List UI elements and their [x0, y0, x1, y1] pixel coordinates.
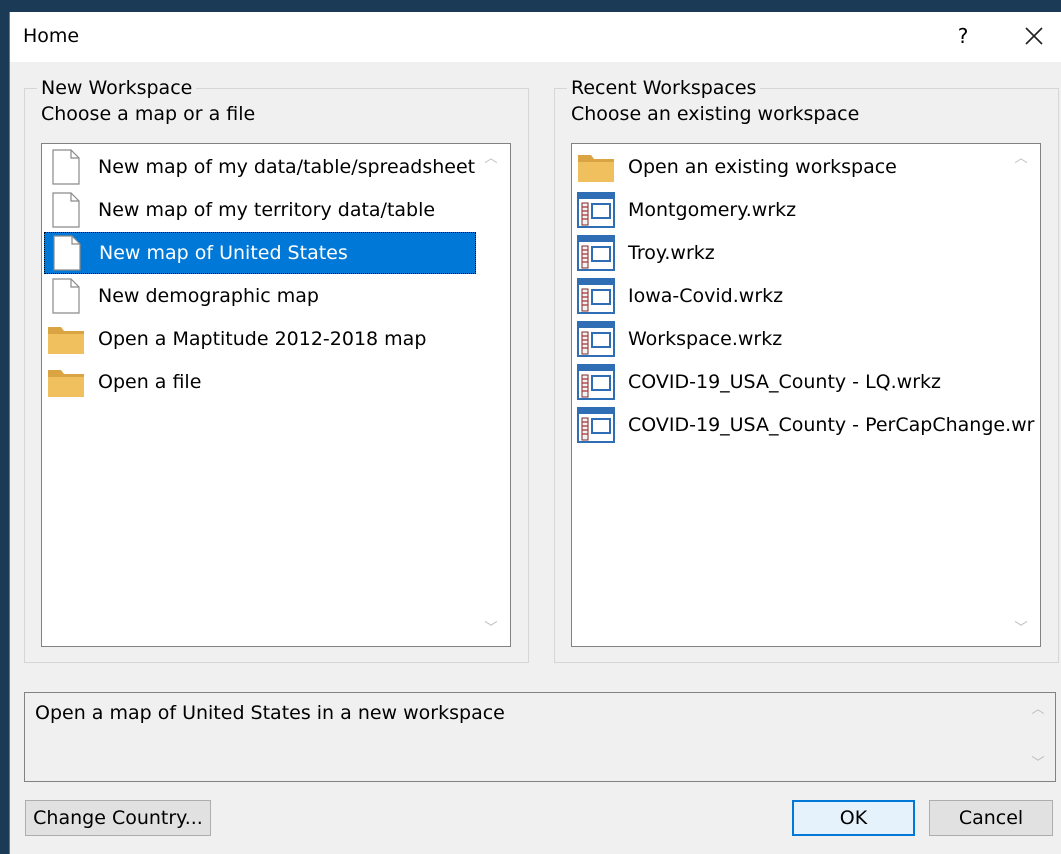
recent-workspaces-subtitle: Choose an existing workspace	[571, 103, 860, 125]
scroll-up-arrow[interactable]: ︿	[482, 150, 500, 168]
list-item[interactable]: New map of my territory data/table	[44, 189, 464, 231]
scroll-up-arrow[interactable]: ︿	[1029, 701, 1047, 719]
list-item-label: New demographic map	[98, 285, 319, 307]
list-item[interactable]: Workspace.wrkz	[574, 318, 994, 360]
scroll-down-arrow[interactable]: ﹀	[482, 620, 500, 638]
list-item[interactable]: COVID-19_USA_County - LQ.wrkz	[574, 361, 994, 403]
list-item-label: New map of United States	[99, 242, 348, 264]
list-item-label: Iowa-Covid.wrkz	[628, 285, 784, 307]
workspace-file-icon	[576, 320, 616, 358]
workspace-file-icon	[576, 363, 616, 401]
list-item[interactable]: COVID-19_USA_County - PerCapChange.wr	[574, 404, 1034, 446]
workspace-file-icon	[576, 406, 616, 444]
document-icon	[46, 277, 86, 315]
close-button[interactable]	[1019, 20, 1049, 52]
list-item[interactable]: New demographic map	[44, 275, 464, 317]
document-icon	[46, 148, 86, 186]
title-bar: Home ?	[10, 12, 1061, 62]
home-dialog: Home ? New Workspace Choose a map or a f…	[9, 12, 1061, 854]
folder-icon	[576, 148, 616, 186]
help-button[interactable]: ?	[951, 24, 975, 50]
workspace-file-icon	[576, 191, 616, 229]
document-icon	[46, 191, 86, 229]
scroll-down-arrow[interactable]: ﹀	[1029, 755, 1047, 773]
list-item[interactable]: Troy.wrkz	[574, 232, 994, 274]
list-item-label: COVID-19_USA_County - LQ.wrkz	[628, 371, 941, 393]
list-item-label: Open an existing workspace	[628, 156, 897, 178]
ok-button[interactable]: OK	[792, 800, 915, 836]
list-item-label: Open a file	[98, 371, 202, 393]
document-icon	[47, 234, 87, 272]
workspace-file-icon	[576, 277, 616, 315]
recent-workspaces-list[interactable]: ︿ ﹀ Open an existing workspace Montgomery…	[571, 143, 1041, 647]
folder-icon	[46, 363, 86, 401]
list-item[interactable]: New map of United States	[44, 232, 476, 274]
recent-workspaces-group: Recent Workspaces Choose an existing wor…	[554, 77, 1059, 663]
list-item-label: Troy.wrkz	[628, 242, 715, 264]
list-item[interactable]: Open a Maptitude 2012-2018 map	[44, 318, 464, 360]
list-item[interactable]: Montgomery.wrkz	[574, 189, 994, 231]
folder-icon	[46, 320, 86, 358]
list-item[interactable]: Iowa-Covid.wrkz	[574, 275, 994, 317]
window-title: Home	[23, 25, 80, 47]
list-item[interactable]: Open a file	[44, 361, 464, 403]
list-item[interactable]: Open an existing workspace	[574, 146, 994, 188]
description-text: Open a map of United States in a new wor…	[35, 702, 505, 724]
list-item-label: Open a Maptitude 2012-2018 map	[98, 328, 427, 350]
scroll-down-arrow[interactable]: ﹀	[1012, 620, 1030, 638]
recent-workspaces-title: Recent Workspaces	[567, 77, 761, 99]
list-item-label: COVID-19_USA_County - PerCapChange.wr	[628, 414, 1035, 436]
new-workspace-group: New Workspace Choose a map or a file ︿ ﹀…	[24, 77, 529, 663]
list-item-label: Montgomery.wrkz	[628, 199, 797, 221]
workspace-file-icon	[576, 234, 616, 272]
scroll-up-arrow[interactable]: ︿	[1012, 150, 1030, 168]
list-item-label: New map of my territory data/table	[98, 199, 436, 221]
list-item-label: Workspace.wrkz	[628, 328, 783, 350]
change-country-button[interactable]: Change Country...	[25, 800, 211, 836]
new-workspace-title: New Workspace	[37, 77, 197, 99]
list-item[interactable]: New map of my data/table/spreadsheet	[44, 146, 475, 188]
close-icon	[1025, 27, 1043, 45]
description-box: Open a map of United States in a new wor…	[24, 692, 1056, 782]
new-workspace-subtitle: Choose a map or a file	[41, 103, 256, 125]
list-item-label: New map of my data/table/spreadsheet	[98, 156, 476, 178]
cancel-button[interactable]: Cancel	[929, 800, 1053, 836]
new-workspace-list[interactable]: ︿ ﹀ New map of my data/table/spreadsheet…	[41, 143, 511, 647]
